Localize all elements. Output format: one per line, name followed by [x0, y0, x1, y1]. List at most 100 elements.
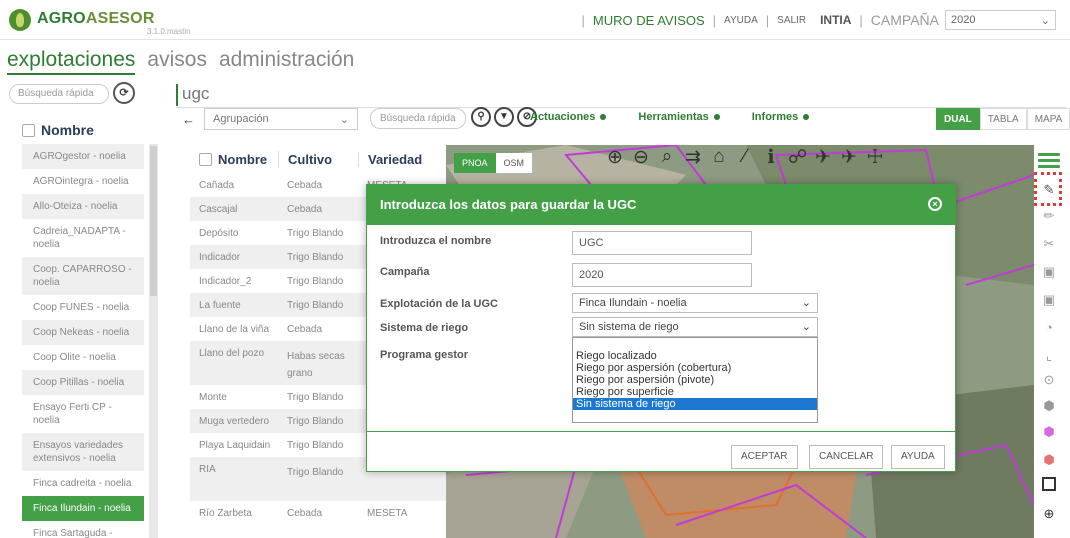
riego-option[interactable]: Riego por aspersión (pivote) [573, 374, 817, 386]
cell-cultivo: Cebada [287, 323, 323, 335]
zoom-extent-icon[interactable]: ⌕ [658, 146, 676, 169]
riego-option[interactable]: Riego por superficie [573, 386, 817, 398]
zoom-in-icon[interactable]: ⊕ [606, 146, 624, 169]
gauge-icon[interactable]: ◔ [1040, 319, 1058, 337]
close-icon[interactable]: × [928, 197, 942, 211]
measure-icon[interactable]: ⁄ [736, 146, 754, 169]
select-all-checkbox[interactable] [22, 123, 35, 137]
tab-explotaciones[interactable]: explotaciones [7, 48, 136, 75]
menu-herramientas[interactable]: Herramientas [638, 111, 720, 123]
sidebar-item[interactable]: AGROintegra - noelia [22, 169, 144, 194]
zoom-out-icon[interactable]: ⊖ [632, 146, 650, 169]
campana-select[interactable]: 2020 ⌄ [945, 10, 1056, 30]
app-logo[interactable]: AGROASESOR [37, 10, 155, 28]
drone-icon[interactable]: ☩ [866, 146, 884, 169]
cell-nombre: Llano del pozo [199, 348, 265, 359]
cell-nombre: Río Zarbeta [199, 507, 252, 519]
riego-select[interactable]: Sin sistema de riego ⌄ [572, 317, 818, 337]
col-header-nombre[interactable]: Nombre [190, 152, 278, 167]
version-label: 3.1.0.mastin [147, 27, 191, 36]
aceptar-button[interactable]: ACEPTAR [731, 445, 798, 469]
explotacion-select[interactable]: Finca Ilundain - noelia ⌄ [572, 293, 818, 313]
sidebar-list: AGROgestor - noelia AGROintegra - noelia… [22, 144, 144, 538]
map-tab-pnoa[interactable]: PNOA [454, 153, 496, 173]
col-header-nombre-label: Nombre [218, 151, 268, 167]
col-header-variedad[interactable]: Variedad [358, 151, 446, 167]
table-row[interactable]: Río Zarbeta Cebada MESETA [190, 501, 446, 525]
logo-agro: AGRO [37, 10, 86, 27]
nombre-input[interactable]: UGC [572, 231, 752, 255]
route-icon[interactable]: ⇉ [684, 146, 702, 169]
menu-herramientas-label: Herramientas [638, 111, 709, 123]
hamburger-icon[interactable] [1038, 153, 1060, 171]
cell-cultivo: Trigo Blando [287, 299, 344, 311]
main-search-input[interactable]: Búsqueda rápida [370, 108, 466, 129]
search-icon[interactable]: ⚲ [471, 107, 491, 127]
menu-informes-label: Informes [751, 111, 799, 123]
satellite-icon[interactable]: ✈ [814, 146, 832, 169]
sidebar-item-selected[interactable]: Finca Ilundain - noelia [22, 496, 144, 521]
globe-settings-icon[interactable]: ⊕ [1040, 505, 1058, 523]
dropdown-blank-option[interactable] [573, 338, 817, 350]
col-header-cultivo[interactable]: Cultivo [278, 150, 358, 168]
campana-input[interactable]: 2020 [572, 263, 752, 287]
ayuda-button[interactable]: AYUDA [891, 445, 945, 469]
ayuda-link[interactable]: AYUDA [724, 15, 758, 26]
target-icon[interactable]: ⊙ [1040, 371, 1058, 389]
logo-asesor: ASESOR [85, 10, 155, 27]
sidebar-scrollbar[interactable] [149, 144, 158, 538]
tab-administracion[interactable]: administración [219, 48, 354, 75]
sidebar-item[interactable]: AGROgestor - noelia [22, 144, 144, 169]
table-select-all-checkbox[interactable] [199, 152, 212, 166]
shape-grey-icon[interactable]: ⬢ [1040, 397, 1058, 415]
riego-option-selected[interactable]: Sin sistema de riego [573, 398, 817, 410]
search-refresh-icon[interactable]: ⟳ [113, 82, 135, 104]
sidebar-item[interactable]: Coop. CAPARROSO - noelia [22, 257, 144, 295]
layer-merge-icon[interactable]: ▣ [1040, 291, 1058, 309]
sidebar-item[interactable]: Coop Olite - noelia [22, 345, 144, 370]
sidebar-item[interactable]: Coop Nekeas - noelia [22, 320, 144, 345]
agrupacion-select[interactable]: Agrupación ⌄ [204, 108, 358, 130]
cell-cultivo: Cebada [287, 507, 323, 519]
leaf-logo-icon [9, 9, 31, 31]
cancelar-button[interactable]: CANCELAR [809, 445, 884, 469]
sidebar-item[interactable]: Finca cadreita - noelia [22, 471, 144, 496]
info-icon[interactable]: ℹ [762, 146, 780, 169]
sidebar-item[interactable]: Finca Sartaguda - noelia [22, 521, 144, 538]
view-mapa-button[interactable]: MAPA [1026, 108, 1070, 130]
title-accent [176, 84, 178, 106]
crop-icon[interactable]: ⌞ [1040, 347, 1058, 365]
sidebar-search-input[interactable]: Búsqueda rápida [9, 84, 109, 104]
cut-icon[interactable]: ✂ [1040, 235, 1058, 253]
dot-icon [713, 114, 720, 121]
shape-red-icon[interactable]: ⬢ [1040, 451, 1058, 469]
edit-icon[interactable]: ✏ [1040, 207, 1058, 225]
dot-icon [803, 114, 810, 121]
back-arrow-icon[interactable]: ← [182, 112, 195, 127]
muro-avisos-link[interactable]: MURO DE AVISOS [593, 13, 705, 28]
sidebar-item[interactable]: Ensayo Ferti CP - noelia [22, 395, 144, 433]
sidebar-item[interactable]: Allo-Oteiza - noelia [22, 194, 144, 219]
sidebar-item[interactable]: Coop FUNES - noelia [22, 295, 144, 320]
square-icon[interactable] [1042, 477, 1056, 491]
sidebar-item[interactable]: Coop Pitillas - noelia [22, 370, 144, 395]
tab-avisos[interactable]: avisos [147, 48, 207, 75]
sidebar-item[interactable]: Ensayos variedades extensivos - noelia [22, 433, 144, 471]
riego-option[interactable]: Riego por aspersión (cobertura) [573, 362, 817, 374]
view-dual-button[interactable]: DUAL [936, 108, 980, 130]
shape-purple-icon[interactable]: ⬢ [1040, 423, 1058, 441]
menu-actuaciones[interactable]: Actuaciones [530, 111, 607, 123]
layer-add-icon[interactable]: ▣ [1040, 263, 1058, 281]
filter-icon[interactable]: ▼ [494, 107, 514, 127]
map-tab-osm[interactable]: OSM [495, 153, 533, 173]
sidebar-item[interactable]: Cadreia_NADAPTA - noelia [22, 219, 144, 257]
binoculars-icon[interactable]: ☍ [788, 146, 807, 169]
view-tabla-button[interactable]: TABLA [979, 108, 1027, 130]
salir-link[interactable]: SALIR [777, 15, 806, 26]
polygon-icon[interactable]: ⌂ [710, 146, 728, 169]
satellite-info-icon[interactable]: ✈ [840, 146, 858, 169]
riego-option[interactable]: Riego localizado [573, 350, 817, 362]
cell-cultivo: Trigo Blando [287, 415, 344, 427]
menu-informes[interactable]: Informes [751, 111, 810, 123]
scrollbar-thumb[interactable] [150, 146, 157, 296]
